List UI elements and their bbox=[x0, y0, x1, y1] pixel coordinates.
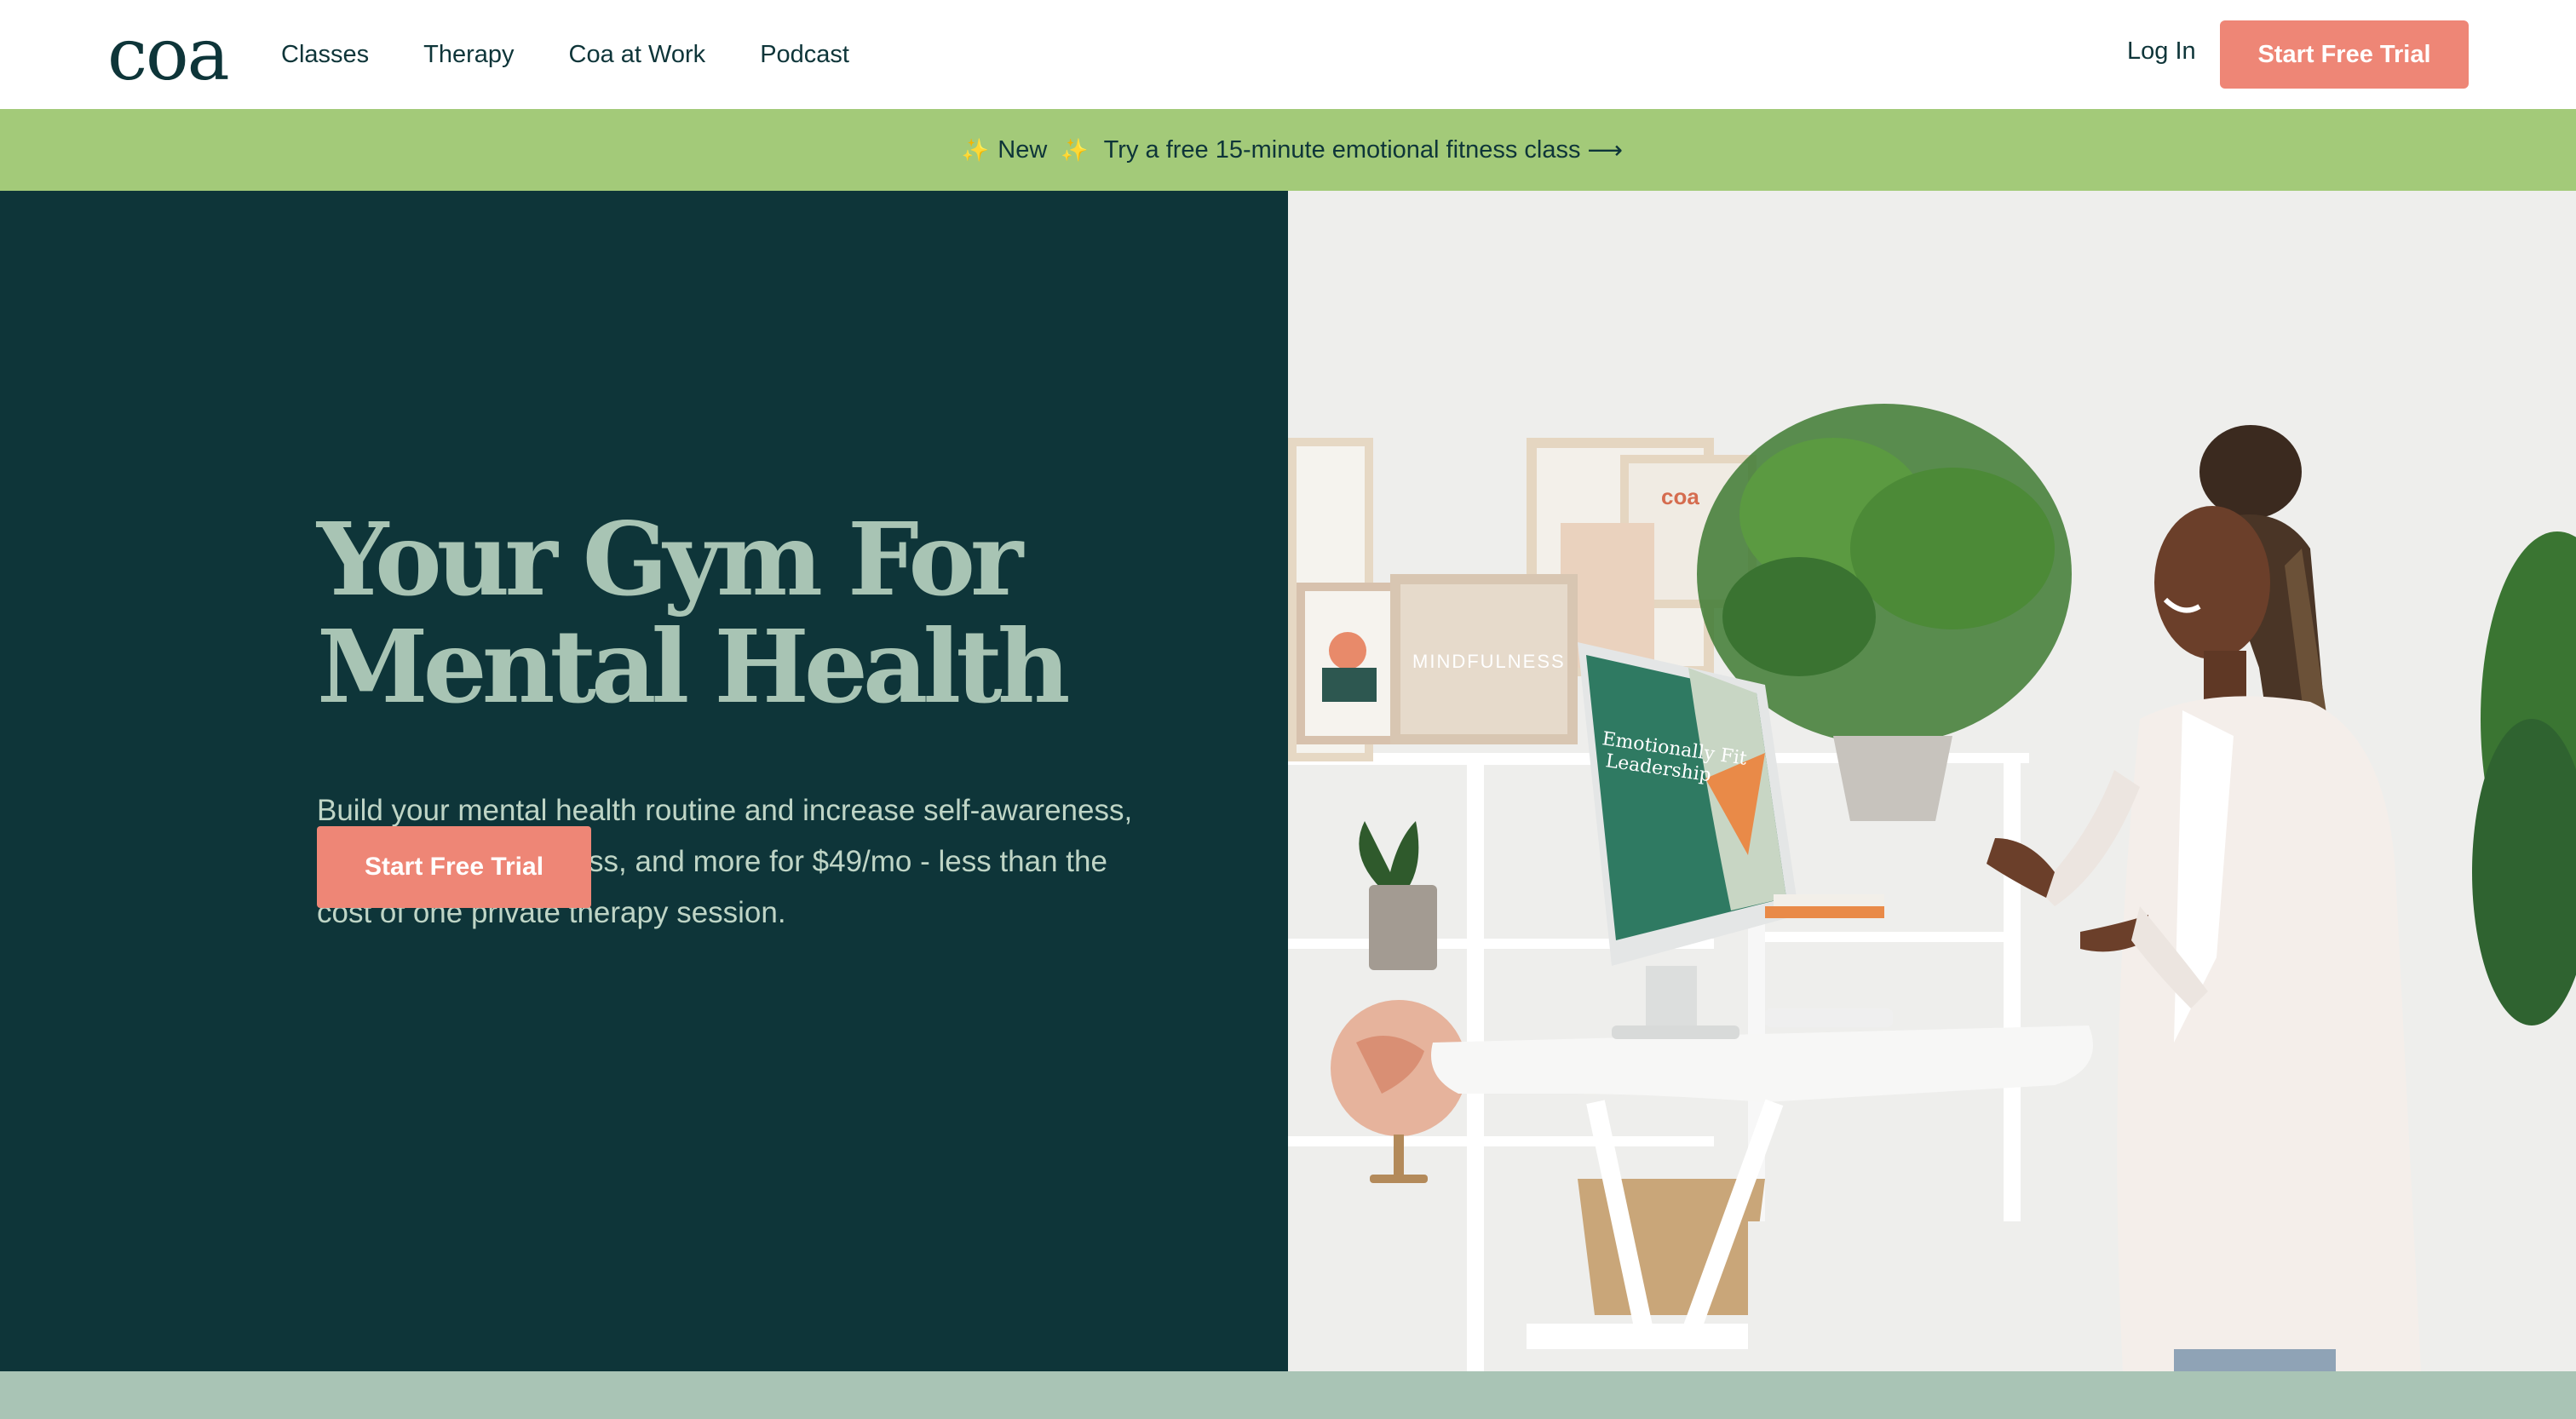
hero-photo: coa MINDFULNESS Emotionally Fit Leadersh… bbox=[1288, 191, 2576, 1371]
coa-logo[interactable]: coa bbox=[107, 15, 230, 94]
mindfulness-sign: MINDFULNESS bbox=[1412, 651, 1566, 672]
sparkle-icon: ✨ bbox=[961, 136, 990, 163]
banner-text: Try a free 15-minute emotional fitness c… bbox=[1103, 135, 1581, 164]
main-nav: Classes Therapy Coa at Work Podcast bbox=[281, 0, 849, 109]
nav-podcast[interactable]: Podcast bbox=[760, 41, 849, 69]
header-start-trial-button[interactable]: Start Free Trial bbox=[2220, 20, 2469, 89]
hero-title: Your Gym For Mental Health bbox=[317, 506, 1169, 721]
sparkle-icon: ✨ bbox=[1061, 136, 1089, 163]
section-divider-strip bbox=[0, 1371, 2576, 1419]
hero-title-line: Mental Health bbox=[317, 607, 1071, 726]
hero-photo-illustration: coa MINDFULNESS Emotionally Fit Leadersh… bbox=[1288, 191, 2576, 1371]
hero-section: Your Gym For Mental Health Build your me… bbox=[0, 191, 1288, 1371]
announcement-banner[interactable]: ✨ New ✨ Try a free 15-minute emotional f… bbox=[0, 109, 2576, 191]
arrow-right-icon: ⟶ bbox=[1587, 136, 1624, 164]
nav-classes[interactable]: Classes bbox=[281, 41, 369, 69]
site-header: coa Classes Therapy Coa at Work Podcast … bbox=[0, 0, 2576, 109]
nav-therapy[interactable]: Therapy bbox=[423, 41, 514, 69]
hero-start-trial-button[interactable]: Start Free Trial bbox=[317, 826, 591, 908]
hero-title-line: Your Gym For bbox=[317, 500, 1023, 618]
login-link[interactable]: Log In bbox=[2127, 37, 2196, 66]
poster-logo: coa bbox=[1661, 484, 1699, 509]
banner-new-label: New bbox=[998, 135, 1048, 164]
nav-coa-at-work[interactable]: Coa at Work bbox=[569, 41, 706, 69]
